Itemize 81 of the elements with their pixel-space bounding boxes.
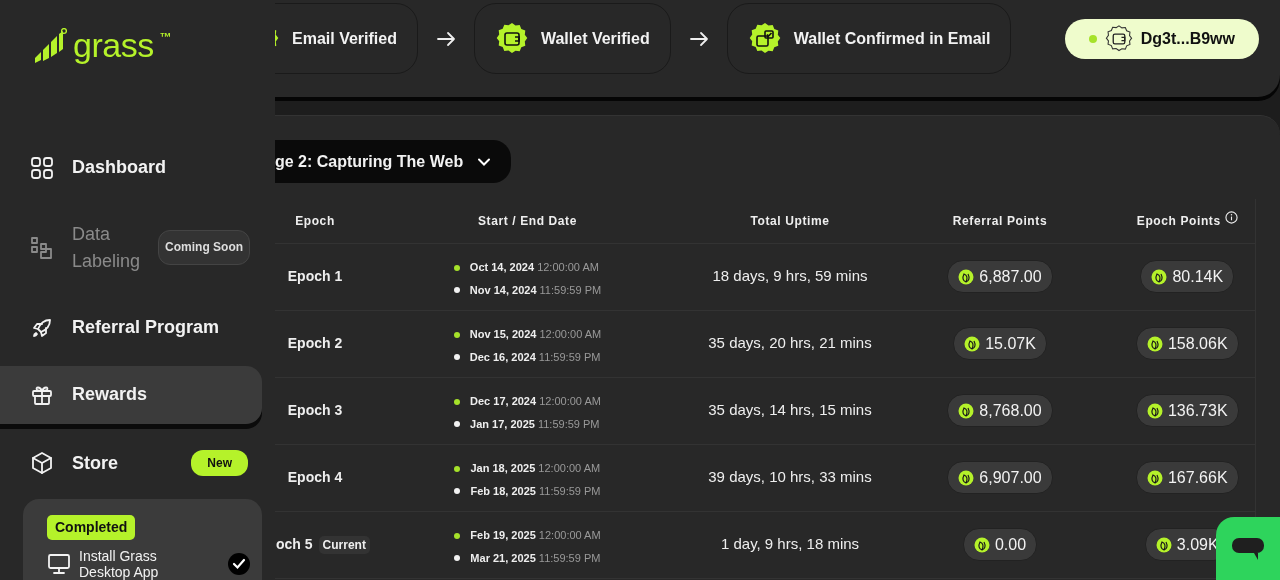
verification-step: Email Verified [275, 3, 418, 74]
leaf-coin-icon [964, 335, 981, 352]
column-header: Start / End Date [355, 199, 700, 243]
date-time: Dec 17, 2024 12:00:00 AM [470, 394, 601, 410]
leaf-coin-icon [958, 268, 975, 285]
uptime-text: 35 days, 14 hrs, 15 mins [708, 401, 872, 419]
points-pill: 80.14K [1140, 260, 1235, 293]
date-time: Jan 17, 2025 11:59:59 PM [470, 416, 600, 432]
leaf-coin-icon [1146, 402, 1163, 419]
wallet-address-button[interactable]: Dg3t...B9ww [1064, 18, 1259, 59]
leaf-coin-icon [1146, 335, 1163, 352]
leaf-coin-icon [958, 402, 975, 419]
points-pill: 0.00 [962, 528, 1038, 561]
verification-step: Wallet Confirmed in Email [726, 3, 1012, 74]
grass-logo[interactable]: grass ™ [0, 28, 275, 135]
date-time: Feb 19, 2025 12:00:00 AM [470, 528, 601, 544]
sidebar-item[interactable]: Dashboard [0, 134, 262, 202]
timeline-dot [454, 465, 461, 472]
column-header: Epoch [275, 199, 355, 243]
stage-dropdown[interactable]: ge 2: Capturing The Web [275, 140, 512, 183]
points-pill: 167.66K [1135, 461, 1239, 494]
status-badge: New [191, 450, 248, 477]
leaf-coin-icon [973, 536, 990, 553]
wallet-badge-icon [1104, 24, 1133, 53]
trademark-sign: ™ [159, 29, 172, 46]
logo-text: grass [73, 28, 154, 62]
verification-step: Wallet Verified [473, 3, 671, 74]
task-label: Install Grass Desktop App [79, 548, 160, 580]
date-time: Nov 14, 2024 11:59:59 PM [469, 282, 602, 298]
uptime-text: 18 days, 9 hrs, 59 mins [712, 267, 868, 285]
timeline-dot [454, 488, 461, 495]
epoch-name: Epoch 4 [287, 469, 343, 486]
timeline-dot [453, 287, 460, 294]
leaf-coin-icon [958, 469, 975, 486]
completed-badge: Completed [47, 515, 136, 540]
date-time: Nov 15, 2024 12:00:00 AM [469, 327, 602, 343]
squares-icon [30, 235, 54, 260]
epoch-name: Epoch 2 [287, 335, 343, 352]
date-time: Mar 21, 2025 11:59:59 PM [470, 550, 601, 566]
chat-button[interactable] [1216, 517, 1280, 580]
points-pill: 8,768.00 [947, 394, 1053, 427]
leaf-coin-icon [1146, 469, 1163, 486]
timeline-dot [454, 421, 461, 428]
grid-icon [30, 155, 54, 180]
timeline-dot [453, 264, 460, 271]
timeline-dot [453, 331, 460, 338]
points-pill: 6,887.00 [947, 260, 1053, 293]
date-time: Feb 18, 2025 11:59:59 PM [470, 483, 601, 499]
wallet-badge-icon [747, 21, 782, 56]
bars-logo-icon [33, 28, 67, 64]
leaf-coin-icon [1155, 536, 1172, 553]
timeline-dot [454, 555, 461, 562]
info-icon [1224, 211, 1238, 225]
timeline-dot [453, 354, 460, 361]
leaf-coin-icon [1151, 268, 1168, 285]
epoch-name: Epoch 1 [287, 268, 343, 285]
monitor-icon [47, 553, 71, 575]
uptime-text: 39 days, 10 hrs, 33 mins [708, 468, 872, 486]
points-pill: 158.06K [1135, 327, 1239, 360]
sidebar-item[interactable]: Store New [0, 429, 262, 497]
column-header: Epoch Points [1136, 214, 1221, 229]
date-time: Dec 16, 2024 11:59:59 PM [469, 349, 601, 365]
timeline-dot [454, 398, 461, 405]
epoch-name: och 5 [276, 536, 313, 553]
epoch-name: Epoch 3 [287, 402, 343, 419]
wallet-badge-icon [494, 21, 529, 56]
column-header: Total Uptime [700, 199, 880, 243]
sidebar-item[interactable]: Referral Program [0, 294, 262, 362]
timeline-dot [454, 532, 461, 539]
points-pill: 15.07K [953, 327, 1047, 360]
date-time: Oct 14, 2024 12:00:00 AM [469, 260, 599, 276]
points-pill: 6,907.00 [947, 461, 1053, 494]
status-dot [1088, 34, 1097, 43]
points-pill: 136.73K [1135, 394, 1239, 427]
date-time: Jan 18, 2025 12:00:00 AM [470, 461, 601, 477]
column-header: Referral Points [880, 199, 1120, 243]
cube-icon [30, 451, 54, 476]
status-badge: Coming Soon [158, 230, 251, 266]
uptime-text: 1 day, 9 hrs, 18 mins [720, 535, 860, 553]
uptime-text: 35 days, 20 hrs, 21 mins [708, 334, 872, 352]
current-badge: Current [318, 536, 370, 555]
